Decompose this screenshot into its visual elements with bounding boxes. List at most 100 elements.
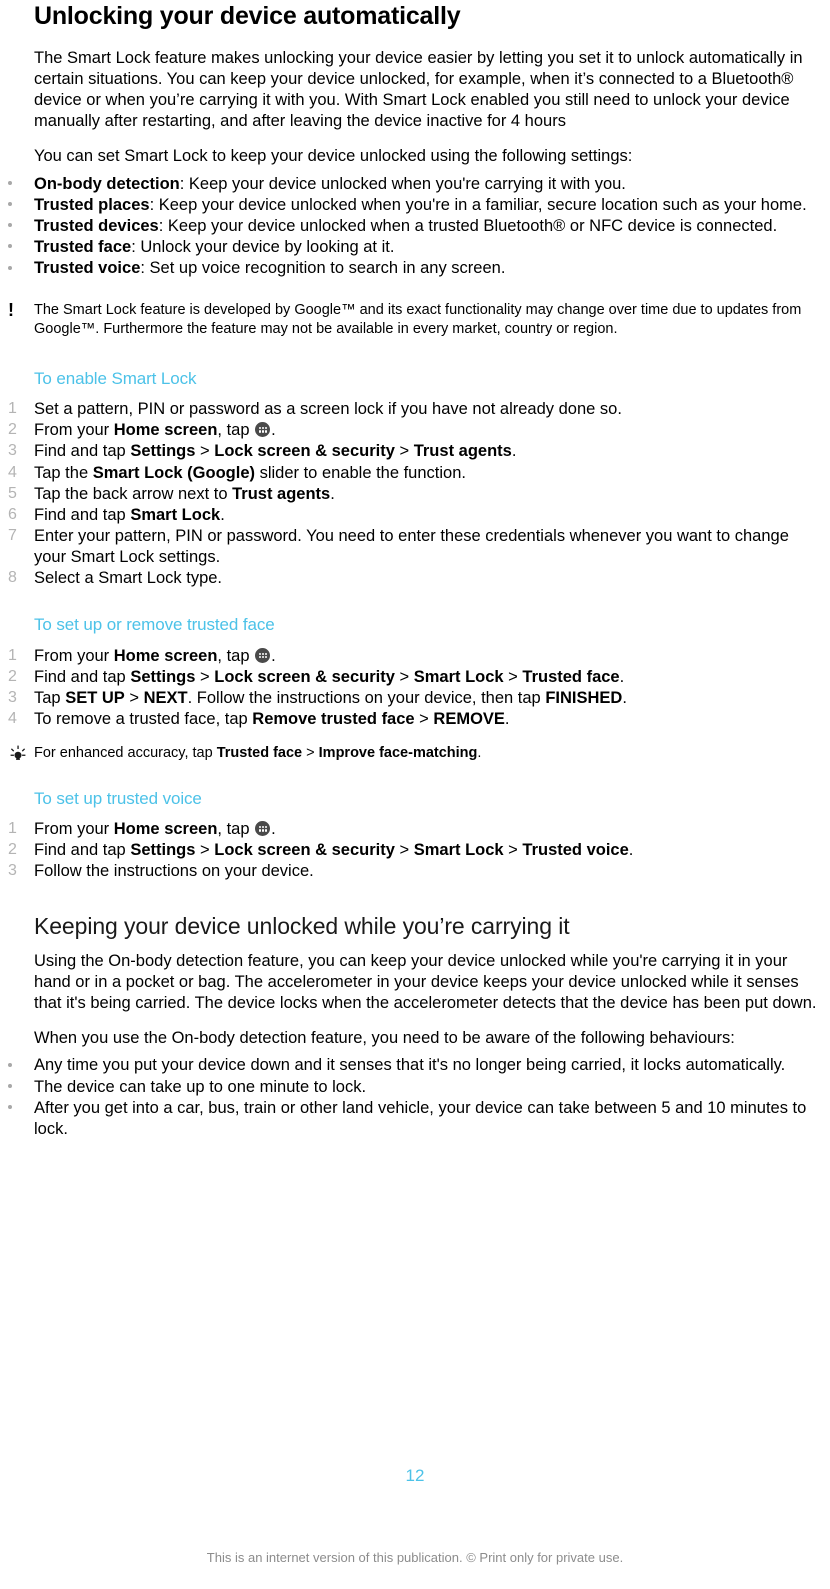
- ui-term: Remove trusted face: [252, 709, 415, 728]
- procedure-step: 7 Enter your pattern, PIN or password. Yo…: [8, 526, 818, 568]
- app-drawer-icon: [255, 422, 271, 438]
- tip-trusted-face: For enhanced accuracy, tap Trusted face …: [10, 744, 818, 763]
- page-number: 12: [405, 1466, 425, 1485]
- step-text: From your: [34, 421, 114, 440]
- step-number: 6: [8, 505, 17, 523]
- step-text: Follow the instructions on your device.: [34, 862, 314, 881]
- tip-trusted-face-text: For enhanced accuracy, tap Trusted face …: [34, 744, 818, 763]
- list-item: Trusted places: Keep your device unlocke…: [8, 195, 818, 216]
- step-number: 2: [8, 667, 17, 685]
- procedure-steps-trusted-voice: 1 From your Home screen, tap . 2 Find and t…: [8, 819, 818, 882]
- step-text: , tap: [217, 646, 255, 665]
- ui-term: Home screen: [113, 421, 218, 440]
- ui-term: Smart Lock: [413, 841, 504, 860]
- setting-name: Trusted voice: [34, 258, 141, 277]
- app-drawer-icon: [255, 647, 271, 663]
- page-content: Unlocking your device automatically The …: [0, 0, 830, 1140]
- step-text: From your: [34, 820, 114, 839]
- step-number: 1: [8, 646, 17, 664]
- app-drawer-icon: [255, 821, 271, 837]
- step-text: .: [271, 646, 276, 665]
- procedure-step: 2 Find and tap Settings > Lock screen & s…: [8, 840, 818, 861]
- page-title: Unlocking your device automatically: [34, 2, 461, 30]
- bullet-marker: [8, 223, 12, 228]
- lightbulb-icon: [8, 744, 28, 764]
- ui-term: Trust agents: [413, 442, 512, 461]
- note-google: ! The Smart Lock feature is developed by…: [8, 301, 818, 339]
- step-text: Tap the back arrow next to: [34, 484, 233, 503]
- step-text: .: [619, 667, 625, 686]
- setting-name: Trusted face: [34, 237, 132, 256]
- setting-description: : Keep your device unlocked when a trust…: [158, 216, 778, 235]
- list-item: Any time you put your device down and it…: [8, 1055, 818, 1076]
- step-text: .: [622, 688, 627, 707]
- step-text: To remove a trusted face, tap: [34, 709, 253, 728]
- step-text: >: [414, 709, 434, 728]
- procedure-step: 1 Set a pattern, PIN or password as a scr…: [8, 399, 818, 420]
- ui-term: Smart Lock: [130, 505, 221, 524]
- list-item-text: The device can take up to one minute to …: [34, 1077, 367, 1096]
- step-number: 5: [8, 484, 17, 502]
- step-number: 1: [8, 820, 17, 838]
- step-text: .: [271, 820, 276, 839]
- list-item-text: Any time you put your device down and it…: [34, 1056, 786, 1075]
- ui-term: FINISHED: [545, 688, 623, 707]
- step-text: Select a Smart Lock type.: [34, 569, 223, 588]
- document-page: Unlocking your device automatically The …: [0, 0, 830, 1589]
- step-text: .: [511, 442, 517, 461]
- procedure-steps-enable-smart-lock: 1 Set a pattern, PIN or password as a scr…: [8, 399, 818, 589]
- ui-term: SET UP: [65, 688, 125, 707]
- step-number: 1: [8, 400, 17, 418]
- procedure-step: 3 Tap SET UP > NEXT. Follow the instructi…: [8, 688, 818, 709]
- step-text: >: [394, 841, 414, 860]
- step-text: >: [394, 442, 414, 461]
- step-text: >: [394, 667, 414, 686]
- intro-paragraph-2: You can set Smart Lock to keep your devi…: [34, 147, 633, 166]
- bullet-marker: [8, 1063, 12, 1067]
- step-text: .: [330, 484, 335, 503]
- step-number: 2: [8, 841, 17, 859]
- setting-name: Trusted devices: [34, 216, 159, 235]
- procedure-step: 3 Follow the instructions on your device.: [8, 861, 818, 882]
- step-text: >: [195, 667, 215, 686]
- list-item: Trusted face: Unlock your device by look…: [8, 237, 818, 258]
- step-number: 3: [8, 442, 17, 460]
- list-item: On-body detection: Keep your device unlo…: [8, 174, 818, 195]
- ui-term: Lock screen & security: [214, 667, 395, 686]
- step-number: 3: [8, 862, 17, 880]
- note-google-text: The Smart Lock feature is developed by G…: [34, 302, 802, 337]
- list-item: After you get into a car, bus, train or …: [8, 1098, 818, 1140]
- ui-term: Trust agents: [232, 484, 331, 503]
- step-text: For enhanced accuracy, tap: [34, 744, 217, 761]
- ui-term: NEXT: [143, 688, 188, 707]
- procedure-steps-trusted-face: 1 From your Home screen, tap . 2 Find and t…: [8, 646, 818, 730]
- step-number: 8: [8, 569, 17, 587]
- step-text: Find and tap: [34, 841, 131, 860]
- step-text: >: [503, 841, 523, 860]
- procedure-step: 1 From your Home screen, tap .: [8, 819, 818, 840]
- setting-description: : Unlock your device by looking at it.: [131, 237, 395, 256]
- step-text: Find and tap: [34, 505, 131, 524]
- step-number: 3: [8, 688, 17, 706]
- setting-name: On-body detection: [34, 174, 180, 193]
- on-body-behaviour-list: Any time you put your device down and it…: [8, 1055, 818, 1140]
- list-item: Trusted devices: Keep your device unlock…: [8, 216, 818, 237]
- bullet-marker: [8, 265, 12, 270]
- ui-term: Smart Lock: [413, 667, 504, 686]
- list-item: Trusted voice: Set up voice recognition …: [8, 258, 818, 279]
- exclamation-icon: !: [8, 300, 14, 321]
- step-number: 4: [8, 709, 17, 727]
- bullet-marker: [8, 244, 12, 249]
- ui-term: Settings: [130, 442, 196, 461]
- setting-description: : Set up voice recognition to search in …: [140, 258, 506, 277]
- step-text: Find and tap: [34, 442, 131, 461]
- step-text: >: [302, 744, 319, 761]
- step-number: 4: [8, 463, 17, 481]
- step-text: From your: [34, 646, 114, 665]
- bullet-marker: [8, 1105, 12, 1110]
- step-text: slider to enable the function.: [255, 463, 466, 482]
- setting-name: Trusted places: [34, 195, 150, 214]
- ui-term: Trusted face: [522, 667, 620, 686]
- step-text: .: [504, 709, 510, 728]
- step-number: 2: [8, 421, 17, 439]
